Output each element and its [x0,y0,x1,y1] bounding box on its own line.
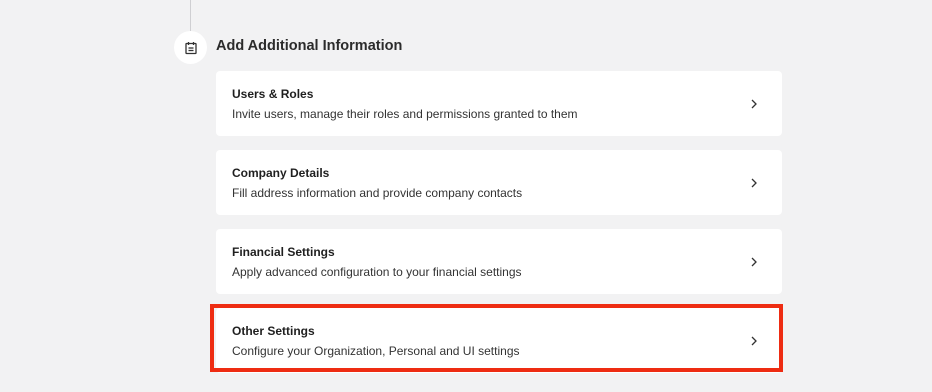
card-title: Financial Settings [232,244,335,259]
card-title: Company Details [232,165,330,180]
calendar-icon [184,41,197,54]
card-description: Invite users, manage their roles and per… [232,106,578,121]
card-text: Users & Roles Invite users, manage their… [216,86,742,122]
card-financial-settings[interactable]: Financial Settings Apply advanced config… [216,229,782,294]
chevron-right-icon[interactable] [742,329,766,353]
card-title: Users & Roles [232,86,314,101]
chevron-right-icon[interactable] [742,92,766,116]
card-text: Other Settings Configure your Organizati… [216,323,742,359]
card-description: Fill address information and provide com… [232,185,523,200]
page: Add Additional Information Users & Roles… [0,0,932,392]
card-text: Company Details Fill address information… [216,165,742,201]
card-text: Financial Settings Apply advanced config… [216,244,742,280]
card-company-details[interactable]: Company Details Fill address information… [216,150,782,215]
card-title: Other Settings [232,323,315,338]
card-other-settings[interactable]: Other Settings Configure your Organizati… [216,308,782,373]
chevron-right-icon[interactable] [742,250,766,274]
card-users-roles[interactable]: Users & Roles Invite users, manage their… [216,71,782,136]
card-description: Configure your Organization, Personal an… [232,343,520,358]
step-marker [174,31,207,64]
chevron-right-icon[interactable] [742,171,766,195]
section-title: Add Additional Information [216,38,403,54]
card-description: Apply advanced configuration to your fin… [232,264,522,279]
timeline-connector [190,0,191,34]
